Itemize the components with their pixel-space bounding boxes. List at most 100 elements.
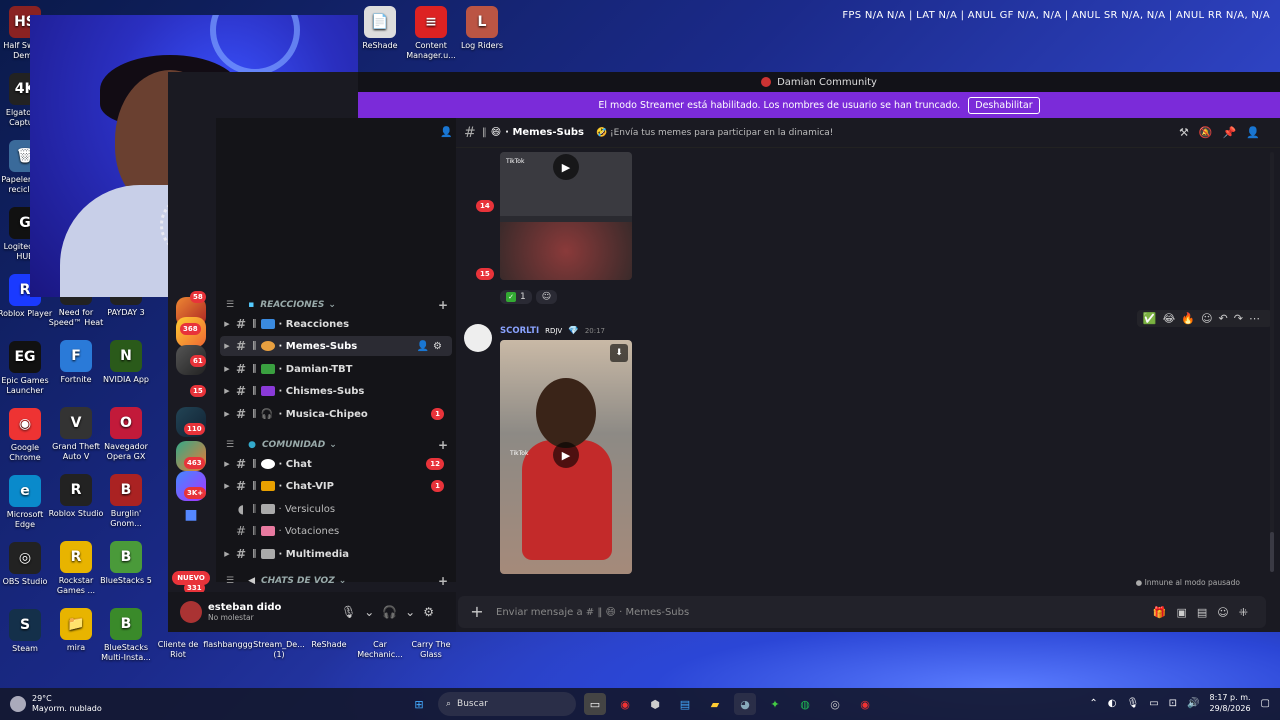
- desktop-icon[interactable]: L Log Riders: [453, 6, 511, 51]
- server-badge: 3K+: [184, 487, 207, 499]
- app-icon: ◎: [9, 542, 41, 574]
- category-chats-de-voz[interactable]: ☰ ◀ CHATS DE VOZ ⌄ +: [226, 574, 448, 588]
- display-icon[interactable]: ▭: [1149, 698, 1158, 709]
- channel-reacciones[interactable]: ▶ # ‖ · Reacciones: [220, 314, 452, 334]
- mailbox-icon: [260, 526, 275, 536]
- desktop-icon-label: BlueStacks 5: [100, 576, 152, 585]
- reaction-check[interactable]: ✓ 1: [500, 290, 532, 304]
- task-view-icon[interactable]: ▭: [584, 693, 606, 715]
- desktop-icon-label: NVIDIA App: [103, 375, 149, 384]
- desktop-icon[interactable]: EG Epic Games Launcher: [0, 341, 54, 396]
- network-icon[interactable]: ⊡: [1169, 698, 1177, 709]
- channel-emoji-icon: [260, 504, 275, 514]
- store-icon[interactable]: ▤: [674, 693, 696, 715]
- channel-chismes-subs[interactable]: ▶ # ‖ · Chismes-Subs: [220, 381, 452, 401]
- header-toolbar-icons[interactable]: ⚒🔕📌👤: [1179, 126, 1270, 139]
- desktop-icon-label: Steam: [12, 644, 38, 653]
- play-icon[interactable]: ▶: [553, 154, 579, 180]
- volume-icon[interactable]: 🔊: [1187, 698, 1199, 709]
- desktop-icon-label[interactable]: Car Mechanic...: [352, 640, 408, 660]
- message-input[interactable]: Enviar mensaje a # ‖ 😄 · Memes-Subs: [496, 607, 689, 618]
- hash-icon: #: [235, 362, 247, 376]
- desktop-icon-label[interactable]: Stream_De... (1): [251, 640, 307, 660]
- scrollbar[interactable]: [1270, 152, 1274, 572]
- desktop-icon-label: BlueStacks Multi-Insta...: [101, 643, 151, 662]
- clock[interactable]: 8:17 p. m. 29/8/2026: [1210, 692, 1251, 714]
- tray-app-icon[interactable]: ◐: [1108, 698, 1117, 709]
- message-hover-toolbar[interactable]: ✅😂🔥☺↶↷⋯: [1136, 310, 1272, 327]
- video-attachment[interactable]: ⬇ TikTok ▶: [500, 340, 632, 574]
- ring-light: [210, 15, 300, 75]
- crown-icon: [260, 481, 275, 491]
- category-reacciones[interactable]: ☰ ▪ REACCIONES ⌄ +: [226, 298, 448, 312]
- desktop-icon[interactable]: ◉ Google Chrome: [0, 408, 54, 463]
- desktop-icon[interactable]: S Steam: [0, 609, 54, 654]
- desktop-icon[interactable]: N NVIDIA App: [97, 340, 155, 385]
- server-badge: 58: [190, 291, 206, 303]
- weather-widget[interactable]: 29°C Mayorm. nublado: [10, 694, 102, 714]
- desktop-icon-label: Navegador Opera GX: [104, 442, 148, 461]
- file-explorer-icon[interactable]: ▰: [704, 693, 726, 715]
- chrome-icon[interactable]: ◉: [614, 693, 636, 715]
- download-icon[interactable]: ⬇: [610, 344, 628, 362]
- desktop-icon-label[interactable]: Carry The Glass: [403, 640, 459, 660]
- add-friend-icon[interactable]: 👤: [440, 127, 452, 138]
- add-channel-icon[interactable]: +: [438, 574, 448, 588]
- headphones-icon: 🎧: [260, 409, 273, 420]
- folder-icon[interactable]: ■: [176, 507, 206, 537]
- tiktok-logo: TikTok: [510, 450, 529, 457]
- chrome-icon[interactable]: ◉: [854, 693, 876, 715]
- app-icon[interactable]: ⬢: [644, 693, 666, 715]
- chevron-right-icon: ▶: [224, 387, 230, 395]
- desktop-icon-label[interactable]: flashbanggg: [200, 640, 256, 650]
- category-label: REACCIONES: [260, 300, 325, 310]
- mic-icon[interactable]: 🎙: [1127, 698, 1140, 709]
- channel-votaciones[interactable]: # ‖ · Votaciones: [220, 521, 452, 541]
- disable-streamer-mode-button[interactable]: Deshabilitar: [968, 96, 1040, 114]
- server-icon: [761, 77, 772, 87]
- new-servers-pill[interactable]: NUEVO: [172, 571, 210, 585]
- channel-versiculos[interactable]: ◖ ‖ · Versiculos: [220, 499, 452, 519]
- desktop-icon[interactable]: O Navegador Opera GX: [97, 407, 155, 462]
- desktop-icon[interactable]: ◎ OBS Studio: [0, 542, 54, 587]
- desktop-icon-label[interactable]: ReShade: [301, 640, 357, 650]
- channel-musica-chipeo[interactable]: ▶ # ‖ 🎧 · Musica-Chipeo 1: [220, 404, 452, 424]
- channel-label: · Damian-TBT: [278, 363, 353, 375]
- channel-chat-vip[interactable]: ▶ # ‖ · Chat-VIP 1: [220, 476, 452, 496]
- composer-tools[interactable]: 🎁▣▤☺⁜: [1153, 606, 1258, 619]
- app-icon: L: [466, 6, 498, 38]
- channel-chat[interactable]: ▶ # ‖ · Chat 12: [220, 454, 452, 474]
- add-channel-icon[interactable]: +: [438, 438, 448, 452]
- taskbar-search[interactable]: ⌕ Buscar: [438, 692, 576, 716]
- steam-icon[interactable]: ◎: [824, 693, 846, 715]
- desktop-icon[interactable]: B BlueStacks Multi-Insta...: [97, 608, 155, 663]
- spotify-icon[interactable]: ◍: [794, 693, 816, 715]
- notifications-icon[interactable]: ▢: [1261, 698, 1270, 709]
- chevron-up-icon[interactable]: ⌃: [1089, 698, 1097, 709]
- channel-damian-tbt[interactable]: ▶ # ‖ · Damian-TBT: [220, 359, 452, 379]
- hash-icon: #: [235, 384, 247, 398]
- add-reaction-button[interactable]: ☺: [535, 290, 558, 304]
- desktop-icon[interactable]: B BlueStacks 5: [97, 541, 155, 586]
- desktop-icon[interactable]: B Burglin' Gnom...: [97, 474, 155, 529]
- desktop-icon-label[interactable]: Cliente de Riot: [150, 640, 206, 660]
- avatar[interactable]: [180, 601, 202, 623]
- video-attachment[interactable]: TikTok ▶: [500, 152, 632, 280]
- desktop-icon[interactable]: e Microsoft Edge: [0, 475, 54, 530]
- category-icon: ▪: [248, 300, 255, 310]
- user-controls[interactable]: 🎙⌄🎧⌄⚙: [341, 605, 442, 619]
- discord-icon[interactable]: ◕: [734, 693, 756, 715]
- play-icon[interactable]: ▶: [553, 442, 579, 468]
- channel-settings-icons[interactable]: 👤⚙: [417, 341, 446, 352]
- add-channel-icon[interactable]: +: [438, 298, 448, 312]
- avatar[interactable]: [464, 324, 492, 352]
- message-author[interactable]: SCORLTI: [500, 326, 539, 336]
- kick-icon[interactable]: ✦: [764, 693, 786, 715]
- add-attachment-icon[interactable]: +: [468, 603, 486, 621]
- desktop-icon[interactable]: ≡ Content Manager.u...: [402, 6, 460, 61]
- start-icon[interactable]: ⊞: [408, 693, 430, 715]
- channel-multimedia[interactable]: ▶ # ‖ · Multimedia: [220, 544, 452, 564]
- channel-memes-subs[interactable]: ▶ # ‖ · Memes-Subs 👤⚙: [220, 336, 452, 356]
- category-comunidad[interactable]: ☰ ● COMUNIDAD ⌄ +: [226, 438, 448, 452]
- desktop-icon[interactable]: 📄 ReShade: [351, 6, 409, 51]
